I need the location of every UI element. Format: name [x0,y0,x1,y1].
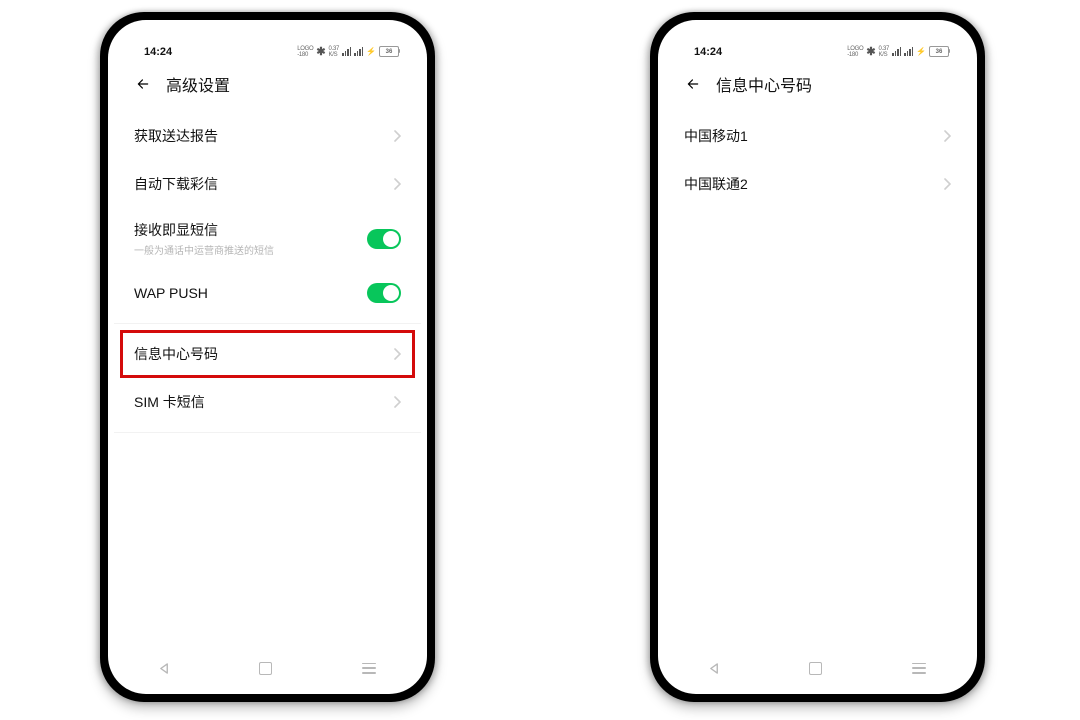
chevron-right-icon [393,130,401,142]
row-smsc-number[interactable]: 信息中心号码 [114,330,421,378]
chevron-right-icon [393,396,401,408]
header: 高级设置 [114,58,421,106]
battery-icon: 36 [929,46,949,57]
status-time: 14:24 [144,46,172,58]
page-title: 高级设置 [166,72,230,96]
row-china-unicom-2[interactable]: 中国联通2 [664,160,971,208]
row-china-mobile-1[interactable]: 中国移动1 [664,112,971,160]
page-title: 信息中心号码 [716,72,812,96]
divider [114,432,421,433]
row-wap-push[interactable]: WAP PUSH [114,269,421,317]
nav-home-icon[interactable] [259,662,272,675]
nav-back-icon[interactable] [159,663,170,674]
divider [114,323,421,324]
header: 信息中心号码 [664,58,971,106]
row-delivery-report[interactable]: 获取送达报告 [114,112,421,160]
battery-icon: 36 [379,46,399,57]
nav-recent-icon[interactable] [912,663,926,674]
row-flash-sms[interactable]: 接收即显短信 一般为通话中运营商推送的短信 [114,208,421,269]
chevron-right-icon [393,348,401,360]
row-sim-sms[interactable]: SIM 卡短信 [114,378,421,426]
row-auto-download-mms[interactable]: 自动下载彩信 [114,160,421,208]
toggle-on-icon[interactable] [367,229,401,249]
toggle-on-icon[interactable] [367,283,401,303]
settings-list: 获取送达报告 自动下载彩信 接收即显短信 一般为通话中运营商推送的短信 W [114,106,421,439]
nav-home-icon[interactable] [809,662,822,675]
chevron-right-icon [393,178,401,190]
status-bar: 14:24 LOGO-180 ✱ 0.37K/S ⚡ 36 [114,26,421,58]
chevron-right-icon [943,178,951,190]
back-icon[interactable] [134,77,152,91]
nav-bar [664,654,971,682]
status-icons: LOGO-180 ✱ 0.37K/S ⚡ 36 [297,45,399,58]
phone-right: 14:24 LOGO-180 ✱ 0.37K/S ⚡ 36 信息中心号码 中国移… [650,12,985,702]
status-time: 14:24 [694,46,722,58]
nav-back-icon[interactable] [709,663,720,674]
back-icon[interactable] [684,77,702,91]
status-icons: LOGO-180 ✱ 0.37K/S ⚡ 36 [847,45,949,58]
chevron-right-icon [943,130,951,142]
status-bar: 14:24 LOGO-180 ✱ 0.37K/S ⚡ 36 [664,26,971,58]
nav-recent-icon[interactable] [362,663,376,674]
phone-left: 14:24 LOGO-180 ✱ 0.37K/S ⚡ 36 高级设置 获取送达报… [100,12,435,702]
smsc-list: 中国移动1 中国联通2 [664,106,971,208]
nav-bar [114,654,421,682]
